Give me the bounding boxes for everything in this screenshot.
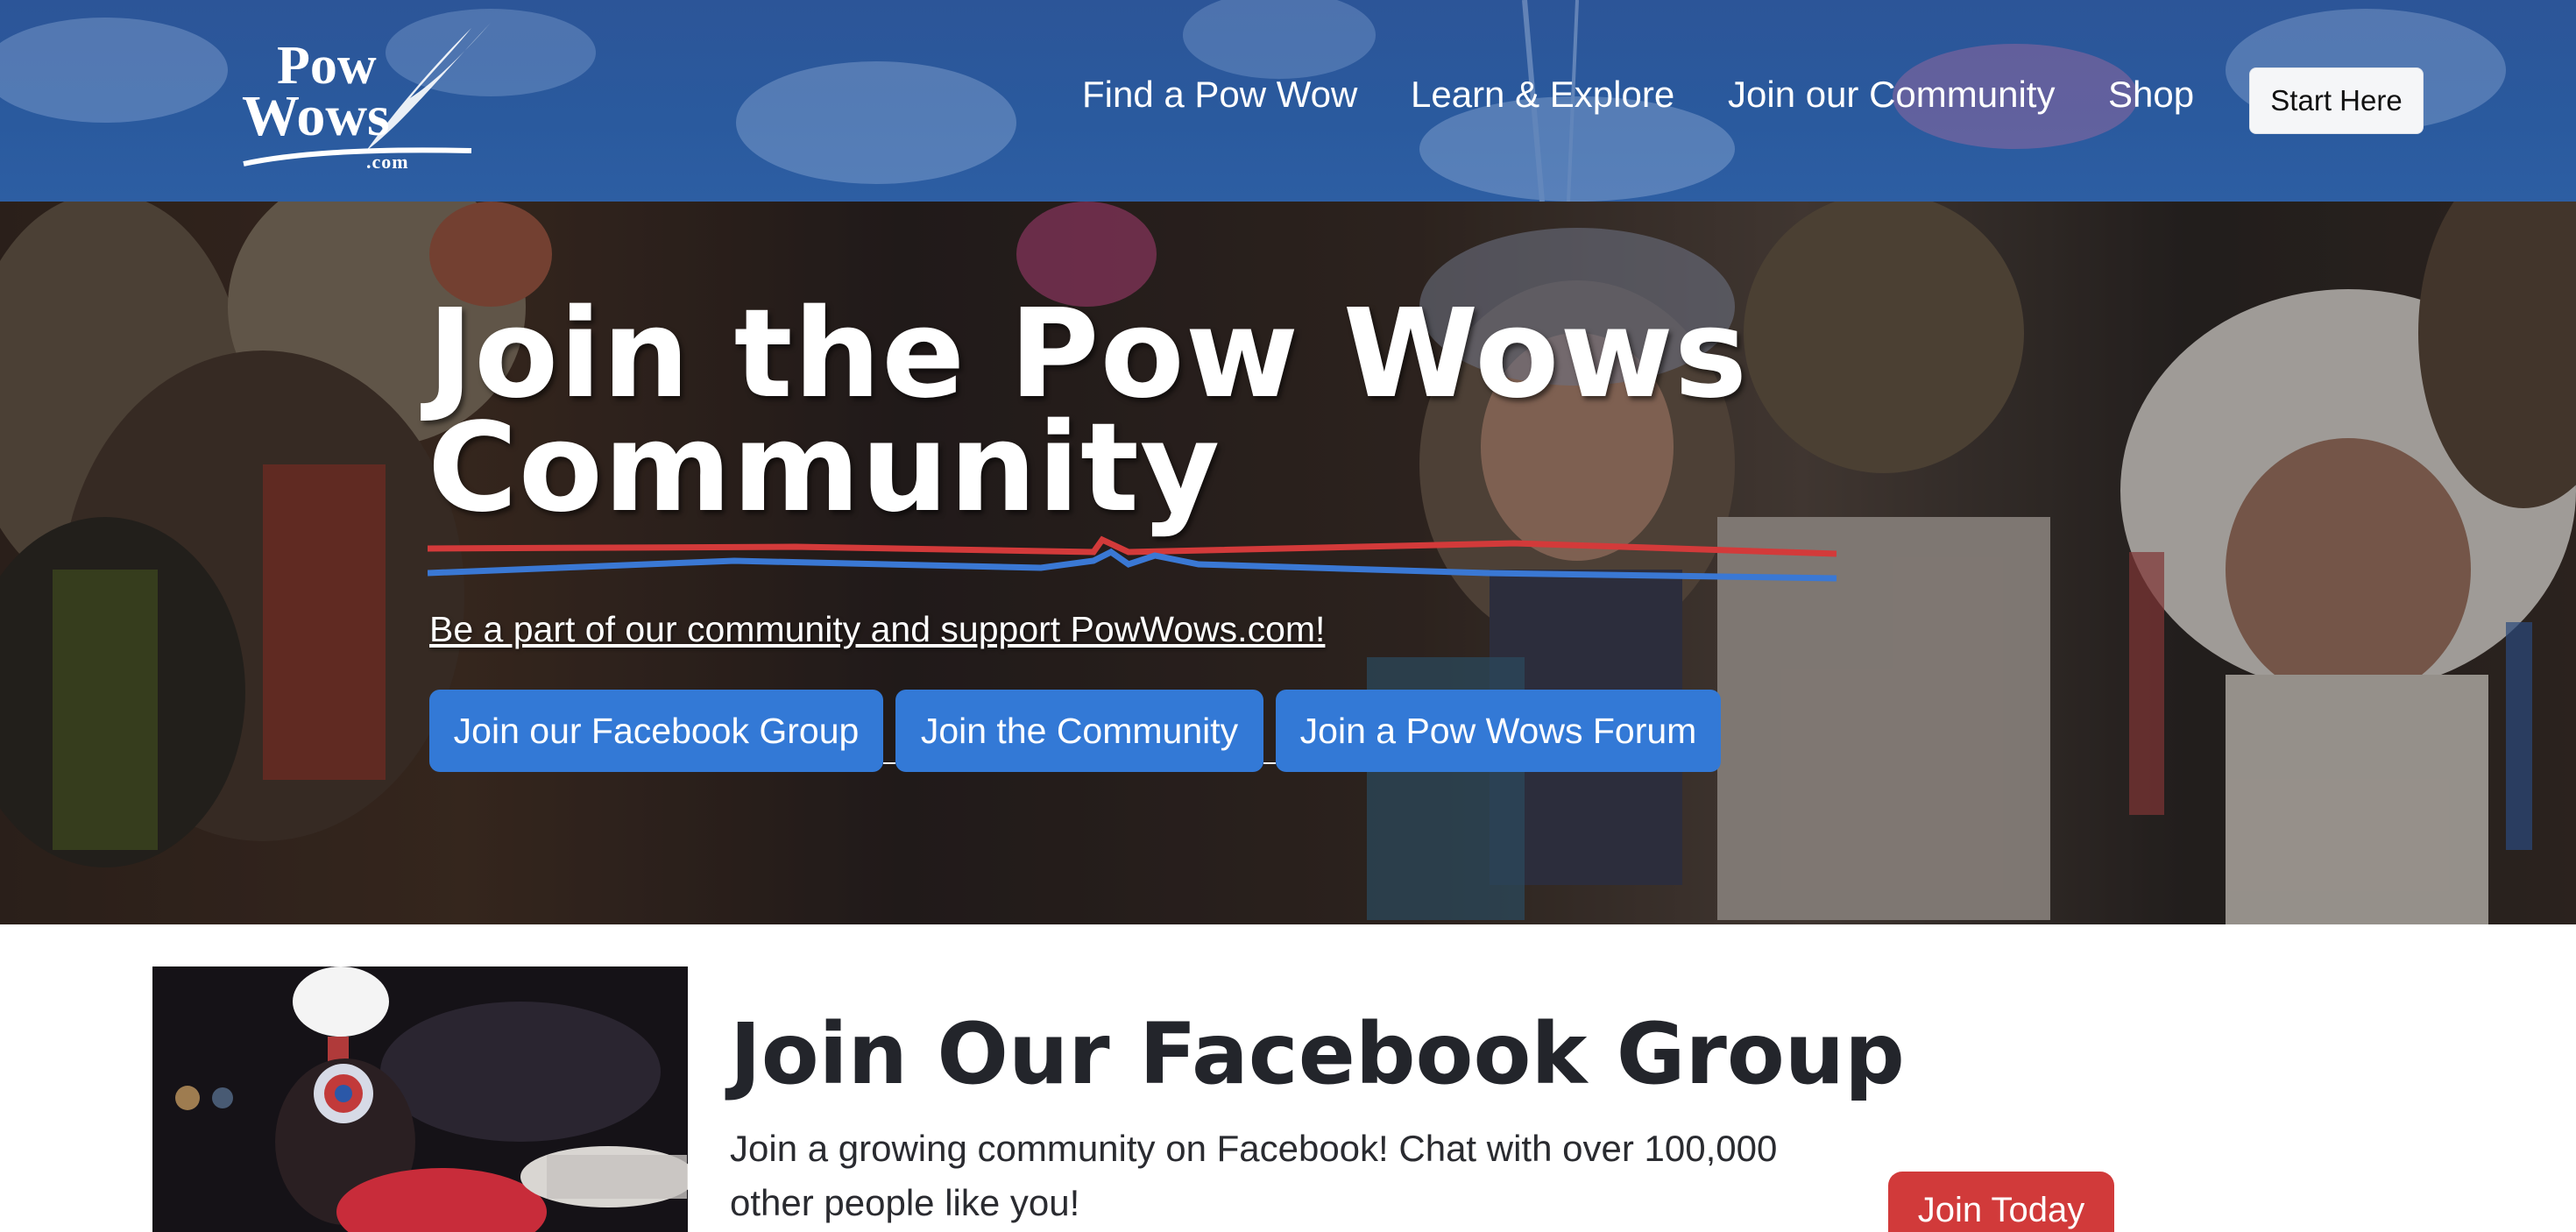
- facebook-section-description: Join a growing community on Facebook! Ch…: [730, 1128, 1778, 1223]
- join-forum-button[interactable]: Join a Pow Wows Forum: [1276, 690, 1721, 772]
- join-facebook-group-button[interactable]: Join our Facebook Group: [429, 690, 883, 772]
- start-here-button[interactable]: Start Here: [2249, 67, 2424, 134]
- hero-subtitle-link[interactable]: Be a part of our community and support P…: [429, 609, 1325, 650]
- nav-shop[interactable]: Shop: [2108, 68, 2194, 121]
- hero-title: Join the Pow Wows Community: [428, 283, 1749, 540]
- hero-banner: Join the Pow Wows Community Be a part of…: [0, 202, 2576, 924]
- join-the-community-button[interactable]: Join the Community: [895, 690, 1263, 772]
- logo-text-wows: Wows: [242, 84, 390, 148]
- logo-text-com: .com: [366, 151, 409, 173]
- site-header: Pow Wows .com Find a Pow Wow Learn & Exp…: [0, 0, 2576, 202]
- nav-join-our-community[interactable]: Join our Community: [1728, 68, 2055, 121]
- nav-find-a-pow-wow[interactable]: Find a Pow Wow: [1082, 68, 1357, 121]
- nav-learn-explore[interactable]: Learn & Explore: [1411, 68, 1674, 121]
- facebook-group-image: [152, 966, 688, 1232]
- site-logo[interactable]: Pow Wows .com: [235, 19, 498, 177]
- zigzag-divider: [428, 535, 1836, 582]
- join-today-button[interactable]: Join Today: [1888, 1172, 2114, 1232]
- facebook-section-title: Join Our Facebook Group: [730, 1005, 1905, 1103]
